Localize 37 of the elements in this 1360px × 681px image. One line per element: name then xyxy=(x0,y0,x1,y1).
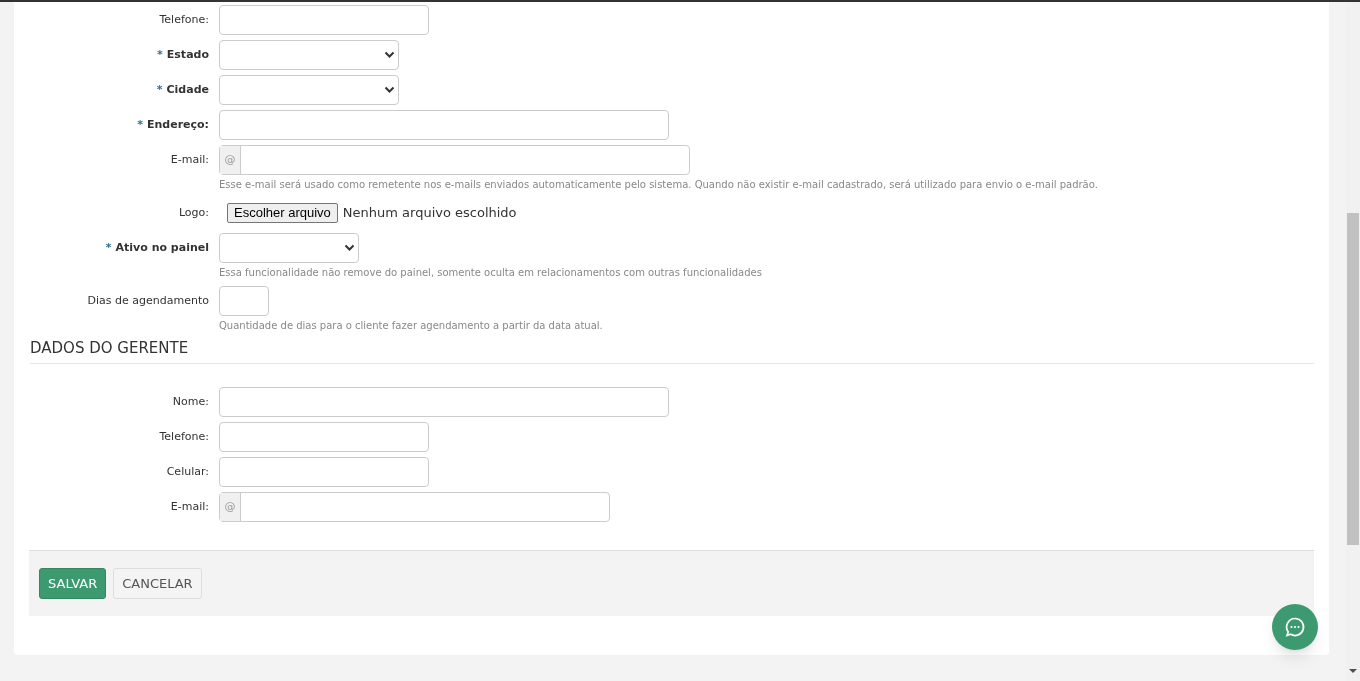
chevron-down-icon xyxy=(344,244,355,252)
email-field[interactable]: @ xyxy=(219,492,610,522)
select-dropdown[interactable] xyxy=(219,233,359,263)
help-text: Esse e-mail será usado como remetente nos e-mails enviados automaticamente pelo sistema. Quando não existir e-mail cadastrado, será utilizado para envio o e-mail padrão. xyxy=(219,178,1098,191)
chat-bubble-icon xyxy=(1284,616,1306,638)
field-label: Logo: xyxy=(177,204,209,221)
field-label: Telefone: xyxy=(158,428,209,445)
email-field[interactable]: @ xyxy=(219,145,690,175)
field-label: Dias de agendamento xyxy=(86,292,209,309)
chevron-down-icon xyxy=(384,86,395,94)
field-label: * Ativo no painel xyxy=(104,239,209,256)
field-label: Nome: xyxy=(171,393,209,410)
at-sign-addon: @ xyxy=(220,493,241,521)
field-label: * Estado xyxy=(156,46,209,63)
field-label: * Endereço: xyxy=(136,116,209,133)
field-label: * Cidade xyxy=(155,81,209,98)
file-status: Nenhum arquivo escolhido xyxy=(342,204,517,223)
chevron-down-icon xyxy=(384,51,395,59)
text-field[interactable] xyxy=(219,286,269,316)
field-label: E-mail: xyxy=(169,498,209,515)
choose-file-button[interactable]: Escolher arquivo xyxy=(227,203,338,223)
text-field[interactable] xyxy=(219,387,669,417)
select-dropdown[interactable] xyxy=(219,40,399,70)
text-field[interactable] xyxy=(219,457,429,487)
text-field[interactable] xyxy=(219,422,429,452)
at-sign-addon: @ xyxy=(220,146,241,174)
section-heading: DADOS DO GERENTE xyxy=(30,338,1314,364)
field-label: E-mail: xyxy=(169,151,209,168)
field-label: Celular: xyxy=(165,463,209,480)
cancel-button[interactable]: CANCELAR xyxy=(113,568,202,599)
select-dropdown[interactable] xyxy=(219,75,399,105)
text-field[interactable] xyxy=(219,5,429,35)
text-field[interactable] xyxy=(219,110,669,140)
help-text: Quantidade de dias para o cliente fazer agendamento a partir da data atual. xyxy=(219,319,603,332)
help-text: Essa funcionalidade não remove do painel, somente oculta em relacionamentos com outras funcionalidades xyxy=(219,266,762,279)
save-button[interactable]: SALVAR xyxy=(39,568,107,599)
field-label: Telefone: xyxy=(158,11,209,28)
